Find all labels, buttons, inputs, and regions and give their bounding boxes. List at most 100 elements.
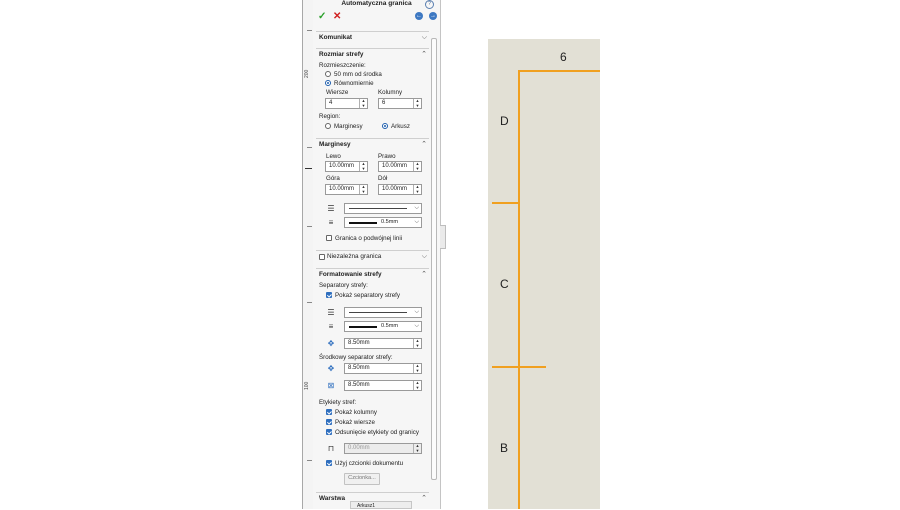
ruler-tick [305, 168, 312, 169]
radio-region-arkusz[interactable] [382, 123, 388, 129]
line-style-preview [349, 312, 407, 313]
row-label-d: D [500, 114, 509, 128]
chevron-down-icon[interactable]: ⌵ [422, 32, 427, 44]
offset-labels-label: Odsunięcie etykiety od granicy [335, 429, 419, 436]
offset-distance-icon: ⊓ [327, 444, 335, 453]
section-title: Niezależna granica [327, 253, 382, 260]
ruler-tick [307, 302, 312, 303]
row-label-c: C [500, 277, 509, 291]
border-top-line [518, 70, 600, 72]
cancel-button[interactable]: ✕ [333, 11, 341, 22]
stepper-arrows-icon[interactable]: ▲ ▼ [413, 380, 421, 390]
border-line-style-select[interactable]: ⌵ [344, 203, 422, 214]
double-border-label: Granica o podwójnej linii [335, 235, 403, 242]
chevron-up-icon[interactable]: ⌃ [421, 139, 427, 151]
help-icon[interactable]: ? [425, 0, 434, 9]
margin-bottom-field[interactable]: 10.00mm ▲ ▼ [378, 184, 422, 195]
stepper-arrows-icon[interactable]: ▲ ▼ [359, 161, 367, 171]
separator-length-value: 8.50mm [348, 340, 370, 346]
ruler-label-200: 200 [304, 69, 310, 78]
margin-left-label: Lewo [326, 153, 341, 160]
margin-bottom-value: 10.00mm [382, 186, 408, 192]
placement-label: Rozmieszczenie: [319, 62, 366, 69]
sheet-tab[interactable]: Arkusz1 [350, 501, 412, 509]
section-formatowanie-strefy[interactable]: Formatowanie strefy ⌃ [316, 268, 429, 280]
independent-border-checkbox[interactable] [319, 254, 325, 260]
use-document-font-checkbox[interactable] [326, 460, 332, 466]
radio-50mm-label: 50 mm od środka [334, 71, 382, 78]
stepper-arrows-icon[interactable]: ▲ ▼ [413, 98, 421, 108]
line-thickness-icon: ≡ [328, 218, 334, 227]
separator-thickness-select[interactable]: 0.5mm ⌵ [344, 321, 422, 332]
cols-stepper[interactable]: 6 ▲ ▼ [378, 98, 422, 109]
radio-region-arkusz-label: Arkusz [391, 123, 410, 130]
section-niezalezna-granica[interactable]: Niezależna granica ⌵ [316, 250, 429, 262]
offset-distance-field[interactable]: 0.00mm ▲ ▼ [344, 443, 422, 454]
stepper-arrows-icon[interactable]: ▲ ▼ [413, 161, 421, 171]
region-label: Region: [319, 113, 341, 120]
show-columns-label: Pokaż kolumny [335, 409, 377, 416]
ruler-label-100: 100 [304, 381, 310, 390]
panel-resize-handle[interactable] [440, 225, 446, 249]
border-left-line [518, 70, 520, 509]
radio-rownomiernie[interactable] [325, 80, 331, 86]
line-style-preview [349, 208, 407, 209]
center-size-field[interactable]: 8.50mm ▲ ▼ [344, 380, 422, 391]
chevron-up-icon[interactable]: ⌃ [421, 49, 427, 61]
zone-labels-label: Etykiety stref: [319, 399, 357, 406]
center-separator [492, 366, 546, 368]
stepper-arrows-icon[interactable]: ▲ ▼ [413, 338, 421, 348]
radio-rownomiernie-label: Równomiernie [334, 80, 374, 87]
section-title: Rozmiar strefy [319, 51, 364, 58]
font-button[interactable]: Czcionka... [344, 473, 380, 485]
chevron-down-icon[interactable]: ⌵ [422, 251, 427, 263]
chevron-up-icon[interactable]: ⌃ [421, 269, 427, 281]
row-separator [492, 202, 518, 204]
column-label: 6 [560, 50, 567, 64]
separator-length-field[interactable]: 8.50mm ▲ ▼ [344, 338, 422, 349]
show-separators-checkbox[interactable] [326, 292, 332, 298]
center-length-icon: ✥ [327, 364, 335, 373]
section-marginesy[interactable]: Marginesy ⌃ [316, 138, 429, 150]
chevron-up-icon[interactable]: ⌃ [421, 493, 427, 505]
section-komunikat[interactable]: Komunikat ⌵ [316, 31, 429, 43]
stepper-arrows-icon[interactable]: ▲ ▼ [359, 98, 367, 108]
center-length-value: 8.50mm [348, 365, 370, 371]
section-title: Komunikat [319, 34, 353, 41]
stepper-arrows-icon[interactable]: ▲ ▼ [413, 363, 421, 373]
separator-line-style-select[interactable]: ⌵ [344, 307, 422, 318]
offset-labels-checkbox[interactable] [326, 429, 332, 435]
show-rows-checkbox[interactable] [326, 419, 332, 425]
forward-arrow-icon[interactable]: → [429, 12, 437, 20]
center-length-field[interactable]: 8.50mm ▲ ▼ [344, 363, 422, 374]
margin-right-field[interactable]: 10.00mm ▲ ▼ [378, 161, 422, 172]
rows-stepper[interactable]: 4 ▲ ▼ [325, 98, 368, 109]
separator-length-icon: ✥ [327, 339, 335, 348]
show-columns-checkbox[interactable] [326, 409, 332, 415]
radio-region-marginesy[interactable] [325, 123, 331, 129]
chevron-down-icon: ⌵ [414, 205, 419, 211]
stepper-arrows-icon[interactable]: ▲ ▼ [413, 443, 421, 453]
ruler-tick [307, 30, 312, 31]
radio-region-marginesy-label: Marginesy [334, 123, 363, 130]
use-document-font-label: Użyj czcionki dokumentu [335, 460, 404, 467]
border-thickness-select[interactable]: 0.5mm ⌵ [344, 217, 422, 228]
section-title: Warstwa [319, 495, 346, 502]
stepper-arrows-icon[interactable]: ▲ ▼ [413, 184, 421, 194]
drawing-sheet[interactable]: 6 D C B [488, 39, 600, 509]
margin-left-field[interactable]: 10.00mm ▲ ▼ [325, 161, 368, 172]
section-rozmiar-strefy[interactable]: Rozmiar strefy ⌃ [316, 48, 429, 60]
double-border-checkbox[interactable] [326, 235, 332, 241]
stepper-arrows-icon[interactable]: ▲ ▼ [359, 184, 367, 194]
margin-top-field[interactable]: 10.00mm ▲ ▼ [325, 184, 368, 195]
chevron-down-icon: ⌵ [414, 309, 419, 315]
radio-50mm[interactable] [325, 71, 331, 77]
panel-scrollbar[interactable] [431, 38, 437, 480]
margin-right-value: 10.00mm [382, 163, 408, 169]
back-arrow-icon[interactable]: ← [415, 12, 423, 20]
thickness-preview [349, 222, 377, 224]
ok-button[interactable]: ✓ [318, 11, 326, 22]
ruler-tick [307, 226, 312, 227]
show-separators-label: Pokaż separatory strefy [335, 292, 400, 299]
margin-top-label: Góra [326, 175, 340, 182]
